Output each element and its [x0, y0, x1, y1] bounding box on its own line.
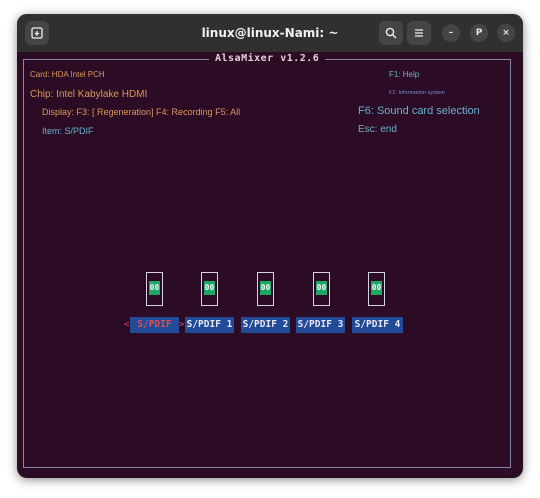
channel-spdif-1-label[interactable]: S/PDIF 1 — [185, 317, 234, 333]
help-f1: F1: Help — [389, 70, 420, 79]
new-tab-icon — [31, 24, 43, 43]
chip-line: Chip: Intel Kabylake HDMI — [30, 89, 148, 100]
card-line: Card: HDA Intel PCH — [30, 70, 105, 79]
search-icon — [385, 24, 397, 43]
hamburger-menu-icon — [413, 24, 425, 43]
channel-value: 00 — [316, 281, 327, 295]
alsamixer-title: AlsaMixer v1.2.6 — [209, 53, 326, 67]
item-line: Item: S/PDIF — [42, 126, 94, 136]
help-f6: F6: Sound card selection — [358, 105, 480, 117]
channel-value: 00 — [371, 281, 382, 295]
channel-spdif-3-box[interactable]: 00 — [313, 272, 330, 306]
channel-spdif-2-box[interactable]: 00 — [257, 272, 274, 306]
search-button[interactable] — [379, 21, 403, 45]
alsamixer-frame — [23, 59, 511, 468]
title-bar: linux@linux-Nami: ~ – P × — [17, 14, 523, 52]
channel-spdif-4-box[interactable]: 00 — [368, 272, 385, 306]
channel-spdif-2-label[interactable]: S/PDIF 2 — [241, 317, 290, 333]
channel-spdif-4-label[interactable]: S/PDIF 4 — [352, 317, 403, 333]
maximize-button[interactable]: P — [470, 24, 488, 42]
channel-spdif-box[interactable]: 00 — [146, 272, 163, 306]
channel-spdif-3-label[interactable]: S/PDIF 3 — [296, 317, 345, 333]
terminal-window: linux@linux-Nami: ~ – P × AlsaMixer v1.2… — [17, 14, 523, 478]
selection-marker-right: > — [179, 320, 185, 330]
close-button[interactable]: × — [497, 24, 515, 42]
channel-value: 00 — [149, 281, 160, 295]
new-tab-button[interactable] — [25, 21, 49, 45]
minimize-button[interactable]: – — [442, 24, 460, 42]
channel-value: 00 — [260, 281, 271, 295]
help-f2: F2: Information system — [389, 90, 445, 96]
help-esc: Esc: end — [358, 124, 397, 135]
channel-spdif-label[interactable]: S/PDIF — [130, 317, 179, 333]
menu-button[interactable] — [407, 21, 431, 45]
channel-value: 00 — [204, 281, 215, 295]
selection-marker-left: < — [124, 320, 130, 330]
view-line: Display: F3: [ Regeneration] F4: Recordi… — [42, 107, 241, 117]
channel-spdif-1-box[interactable]: 00 — [201, 272, 218, 306]
